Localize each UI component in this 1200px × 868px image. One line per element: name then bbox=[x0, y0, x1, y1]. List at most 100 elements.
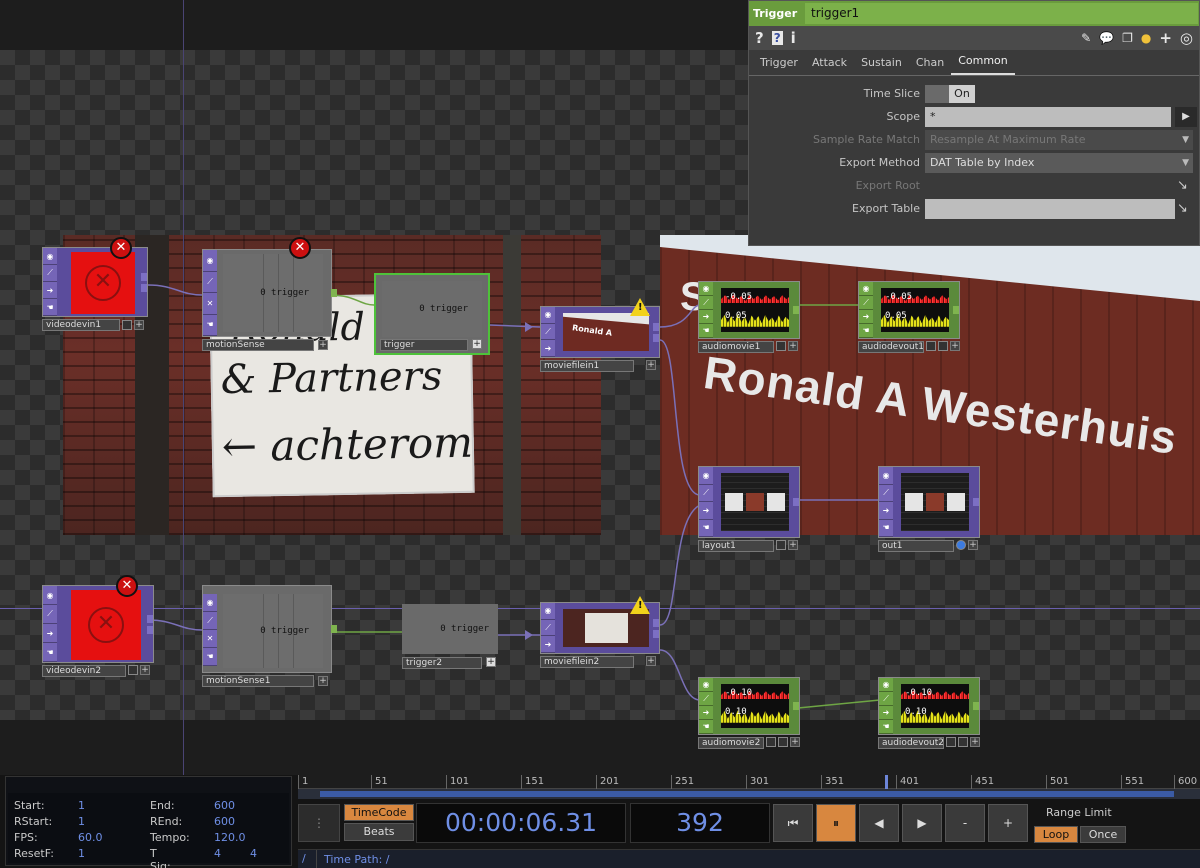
pick-arrow-icon[interactable]: ↘ bbox=[1177, 178, 1188, 193]
node-viewer-flag[interactable] bbox=[956, 540, 966, 550]
node-flag[interactable] bbox=[946, 737, 956, 747]
node-flag[interactable] bbox=[776, 540, 786, 550]
node-label[interactable]: moviefilein2 bbox=[540, 656, 634, 668]
node-label[interactable]: layout1 bbox=[698, 540, 774, 552]
node-flag-plus[interactable]: + bbox=[788, 341, 798, 351]
timeline-grip[interactable]: ⋮ bbox=[298, 804, 340, 842]
node-flag[interactable] bbox=[128, 665, 138, 675]
tsig-numerator[interactable]: 4 bbox=[214, 847, 221, 860]
warning-icon[interactable]: ! bbox=[630, 298, 650, 316]
minus-button[interactable]: - bbox=[945, 804, 985, 842]
tab-trigger[interactable]: Trigger bbox=[753, 56, 805, 75]
target-icon[interactable]: ◎ bbox=[1180, 29, 1193, 47]
warning-icon[interactable]: ! bbox=[630, 596, 650, 614]
node-flag-plus[interactable]: + bbox=[318, 340, 328, 350]
rstart-field[interactable]: 1 bbox=[78, 815, 85, 828]
plus-button[interactable]: + bbox=[988, 804, 1028, 842]
node-audiodevout2[interactable]: ◉ ⟋ ➜ ☚ -0.10 0.10 audiodevout2 + bbox=[878, 677, 980, 749]
range-scrollbar[interactable] bbox=[298, 789, 1200, 799]
node-audiomovie1[interactable]: ◉ ⟋ ➜ ☚ -0.05 0.05 audiomovie1 + bbox=[698, 281, 800, 353]
node-flag-plus[interactable]: + bbox=[790, 737, 800, 747]
node-flag-plus[interactable]: + bbox=[646, 360, 656, 370]
error-icon[interactable]: ✕ bbox=[289, 237, 311, 259]
node-flag-plus[interactable]: + bbox=[950, 341, 960, 351]
node-motionSense1[interactable]: ◉ ⟋ ✕ ☚ 0 trigger motionSense1 + bbox=[202, 585, 337, 689]
step-back-icon[interactable]: ◀ bbox=[859, 804, 899, 842]
loop-button[interactable]: Loop bbox=[1034, 826, 1078, 843]
tab-attack[interactable]: Attack bbox=[805, 56, 854, 75]
node-label[interactable]: out1 bbox=[878, 540, 954, 552]
node-audiodevout1[interactable]: ◉ ⟋ ➜ ☚ -0.05 0.05 audiodevout1 + bbox=[858, 281, 960, 353]
help-icon[interactable]: ? bbox=[755, 29, 764, 47]
rewind-icon[interactable]: ⏮ bbox=[773, 804, 813, 842]
node-label[interactable]: moviefilein1 bbox=[540, 360, 634, 372]
frame-ruler[interactable]: 1 51 101 151 201 251 301 351 401 451 501… bbox=[298, 775, 1200, 789]
node-flag[interactable] bbox=[776, 341, 786, 351]
python-icon[interactable]: ● bbox=[1141, 31, 1151, 45]
error-icon[interactable]: ✕ bbox=[110, 237, 132, 259]
node-flag-plus[interactable]: + bbox=[486, 657, 496, 667]
node-label[interactable]: audiodevout1 bbox=[858, 341, 924, 353]
node-flag-plus[interactable]: + bbox=[788, 540, 798, 550]
info-icon[interactable]: i bbox=[791, 29, 796, 47]
node-flag[interactable] bbox=[778, 737, 788, 747]
pick-arrow-icon[interactable]: ↘ bbox=[1177, 201, 1188, 216]
fps-field[interactable]: 60.0 bbox=[78, 831, 103, 844]
node-flag[interactable] bbox=[122, 320, 132, 330]
node-videodevin1[interactable]: ◉ ⟋ ➜ ☚ ✕ videodevin1 + bbox=[42, 247, 148, 331]
tempo-field[interactable]: 120.0 bbox=[214, 831, 246, 844]
once-button[interactable]: Once bbox=[1080, 826, 1126, 843]
node-label[interactable]: trigger2 bbox=[402, 657, 482, 669]
node-trigger2[interactable]: 0 trigger trigger2 + bbox=[402, 604, 498, 670]
copy-icon[interactable]: ❐ bbox=[1122, 31, 1133, 45]
error-icon[interactable]: ✕ bbox=[116, 575, 138, 597]
timecode-display[interactable]: 00:00:06.31 bbox=[416, 803, 626, 843]
end-field[interactable]: 600 bbox=[214, 799, 235, 812]
node-label[interactable]: audiodevout2 bbox=[878, 737, 944, 749]
toggle-off-half[interactable] bbox=[925, 85, 949, 103]
timecode-button[interactable]: TimeCode bbox=[344, 804, 414, 821]
tsig-denominator[interactable]: 4 bbox=[250, 847, 257, 860]
scope-field[interactable]: * bbox=[925, 107, 1171, 127]
tab-common[interactable]: Common bbox=[951, 54, 1015, 75]
node-flag-plus[interactable]: + bbox=[318, 676, 328, 686]
node-flag-plus[interactable]: + bbox=[134, 320, 144, 330]
plus-icon[interactable]: + bbox=[1159, 29, 1172, 47]
node-label[interactable]: audiomovie1 bbox=[698, 341, 774, 353]
node-flag[interactable] bbox=[766, 737, 776, 747]
node-flag-plus[interactable]: + bbox=[970, 737, 980, 747]
playhead[interactable] bbox=[885, 775, 888, 789]
node-trigger[interactable]: 0 trigger trigger + bbox=[374, 273, 490, 355]
node-flag[interactable] bbox=[926, 341, 936, 351]
tab-chan[interactable]: Chan bbox=[909, 56, 951, 75]
time-slice-toggle[interactable]: On bbox=[949, 85, 975, 103]
node-label[interactable]: audiomovie2 bbox=[698, 737, 764, 749]
rend-field[interactable]: 600 bbox=[214, 815, 235, 828]
pencil-icon[interactable]: ✎ bbox=[1081, 31, 1091, 45]
node-flag-plus[interactable]: + bbox=[140, 665, 150, 675]
node-flag[interactable] bbox=[958, 737, 968, 747]
scope-menu-arrow-icon[interactable]: ▶ bbox=[1175, 107, 1197, 127]
node-motionSense[interactable]: ◉ ⟋ ✕ ☚ 0 trigger motionSense + bbox=[202, 249, 337, 351]
tab-sustain[interactable]: Sustain bbox=[854, 56, 909, 75]
step-forward-icon[interactable]: ▶ bbox=[902, 804, 942, 842]
node-label[interactable]: videodevin1 bbox=[42, 319, 120, 331]
node-label[interactable]: videodevin2 bbox=[42, 665, 126, 677]
node-layout1[interactable]: ◉ ⟋ ➜ ☚ layout1 + bbox=[698, 466, 800, 552]
export-method-dropdown[interactable]: DAT Table by Index ▼ bbox=[925, 153, 1193, 173]
node-flag-plus[interactable]: + bbox=[968, 540, 978, 550]
beats-button[interactable]: Beats bbox=[344, 823, 414, 841]
node-label[interactable]: motionSense1 bbox=[202, 675, 314, 687]
resetf-field[interactable]: 1 bbox=[78, 847, 85, 860]
start-field[interactable]: 1 bbox=[78, 799, 85, 812]
node-videodevin2[interactable]: ◉ ⟋ ➜ ☚ ✕ videodevin2 + bbox=[42, 585, 154, 677]
root-path[interactable]: / bbox=[302, 852, 306, 865]
export-table-field[interactable] bbox=[925, 199, 1175, 219]
node-audiomovie2[interactable]: ◉ ⟋ ➜ ☚ -0.10 0.10 audiomovie2 + bbox=[698, 677, 800, 749]
sample-rate-match-dropdown[interactable]: Resample At Maximum Rate ▼ bbox=[925, 130, 1193, 150]
node-flag-plus[interactable]: + bbox=[646, 656, 656, 666]
operator-name-field[interactable]: trigger1 bbox=[805, 3, 1198, 24]
node-label[interactable]: motionSense bbox=[202, 339, 314, 351]
frame-display[interactable]: 392 bbox=[630, 803, 770, 843]
node-flag[interactable] bbox=[938, 341, 948, 351]
